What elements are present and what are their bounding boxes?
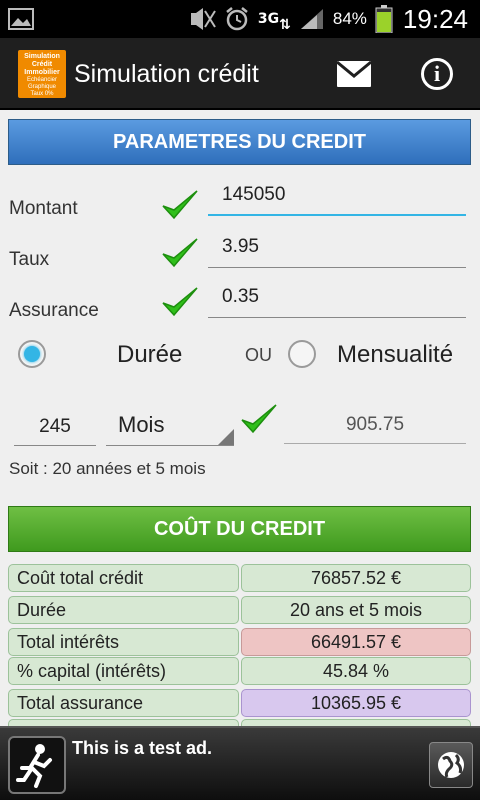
result-row: % capital (intérêts) 45.84 %: [8, 657, 472, 685]
battery-icon: [375, 5, 393, 33]
check-icon: [161, 236, 199, 270]
main-content: PARAMETRES DU CREDIT Montant 145050 Taux…: [0, 110, 480, 726]
logo-small-line: Echéancier: [26, 77, 58, 83]
result-label: [8, 719, 239, 726]
result-value: 76857.52 €: [241, 564, 471, 592]
result-value: 10365.95 €: [241, 689, 471, 717]
params-header-button[interactable]: PARAMETRES DU CREDIT: [8, 119, 471, 165]
result-row: Durée 20 ans et 5 mois: [8, 596, 472, 624]
mensualite-radio[interactable]: [288, 340, 316, 368]
result-label: Durée: [8, 596, 239, 624]
duration-unit-value: Mois: [118, 412, 165, 437]
logo-small-line: Taux 0%: [30, 91, 54, 97]
ad-banner[interactable]: This is a test ad.: [0, 726, 480, 800]
globe-icon[interactable]: [429, 742, 473, 788]
result-label: Coût total crédit: [8, 564, 239, 592]
result-row-partial: [8, 719, 472, 726]
app-logo[interactable]: Simulation Crédit Immobilier Echéancier …: [18, 50, 66, 98]
result-value: [241, 719, 471, 726]
action-bar: Simulation Crédit Immobilier Echéancier …: [0, 38, 480, 110]
taux-input[interactable]: 3.95: [208, 234, 466, 268]
duree-radio-label[interactable]: Durée: [117, 341, 182, 369]
logo-line: Simulation: [24, 53, 60, 60]
result-value: 20 ans et 5 mois: [241, 596, 471, 624]
clock: 19:24: [402, 3, 468, 34]
info-icon[interactable]: i: [421, 58, 453, 90]
mensualite-radio-label[interactable]: Mensualité: [337, 341, 453, 369]
result-label: Total intérêts: [8, 628, 239, 656]
result-row: Coût total crédit 76857.52 €: [8, 564, 472, 592]
ou-label: OU: [245, 345, 272, 365]
result-row: Total assurance 10365.95 €: [8, 689, 472, 717]
ad-text[interactable]: This is a test ad.: [72, 738, 212, 759]
image-notification-icon: [8, 7, 34, 36]
taux-label: Taux: [9, 249, 50, 270]
result-value: 66491.57 €: [241, 628, 471, 656]
duration-input[interactable]: 245: [14, 410, 96, 446]
result-value: 45.84 %: [241, 657, 471, 685]
check-icon: [161, 188, 199, 222]
mensualite-input[interactable]: 905.75: [284, 410, 466, 444]
app-title: Simulation crédit: [74, 60, 259, 88]
dropdown-arrow-icon: [218, 429, 234, 445]
cost-header-button[interactable]: COÛT DU CREDIT: [8, 506, 471, 552]
mail-icon[interactable]: [336, 60, 372, 88]
duree-radio[interactable]: [18, 340, 46, 368]
mute-icon: [188, 7, 216, 31]
montant-input[interactable]: 145050: [208, 182, 466, 216]
check-icon: [240, 402, 278, 436]
status-bar: 3G ⇅ 84% 19:24: [0, 0, 480, 38]
result-label: Total assurance: [8, 689, 239, 717]
check-icon: [161, 285, 199, 319]
signal-icon: [299, 7, 325, 31]
alarm-icon: [224, 6, 250, 32]
running-man-icon[interactable]: [8, 736, 66, 794]
logo-small-line: Graphique: [27, 84, 57, 90]
duration-unit-select[interactable]: Mois: [106, 406, 234, 446]
assurance-input[interactable]: 0.35: [208, 284, 466, 318]
network-type-label: 3G: [257, 11, 280, 27]
logo-line: Immobilier: [24, 69, 60, 76]
battery-percent: 84%: [332, 9, 367, 28]
result-label: % capital (intérêts): [8, 657, 239, 685]
duration-summary: Soit : 20 années et 5 mois: [9, 459, 206, 478]
result-row: Total intérêts 66491.57 €: [8, 628, 472, 656]
montant-label: Montant: [9, 198, 78, 219]
logo-line: Crédit: [31, 61, 53, 68]
assurance-label: Assurance: [9, 300, 99, 321]
3g-data-icon: 3G ⇅: [257, 11, 291, 33]
